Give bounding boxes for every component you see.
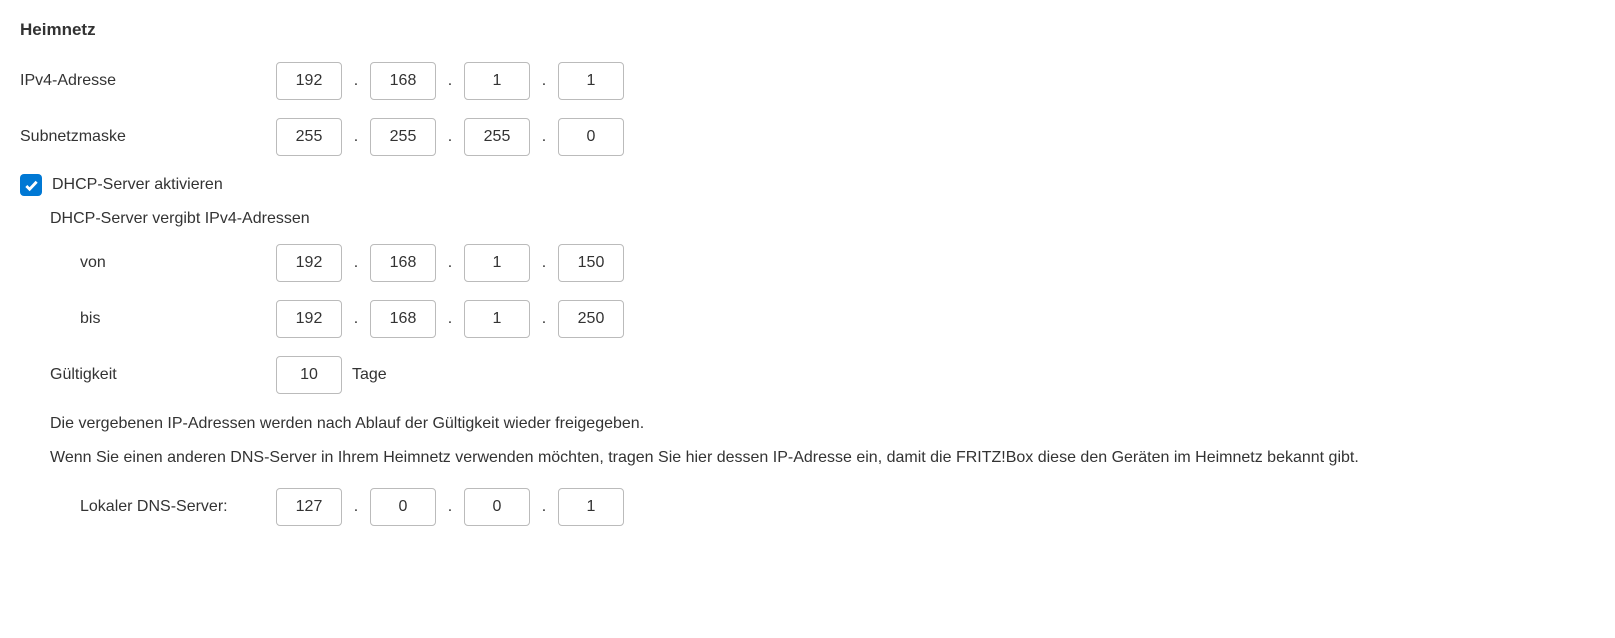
local-dns-octet-2[interactable]: [370, 488, 436, 526]
dhcp-from-octet-4[interactable]: [558, 244, 624, 282]
dot-separator: .: [530, 72, 558, 90]
subnet-octet-3[interactable]: [464, 118, 530, 156]
dot-separator: .: [436, 254, 464, 272]
dhcp-to-octet-1[interactable]: [276, 300, 342, 338]
validity-info-text: Die vergebenen IP-Adressen werden nach A…: [50, 412, 1595, 436]
validity-label: Gültigkeit: [50, 366, 276, 384]
dhcp-to-octet-4[interactable]: [558, 300, 624, 338]
dot-separator: .: [530, 254, 558, 272]
dot-separator: .: [530, 310, 558, 328]
dhcp-to-octet-3[interactable]: [464, 300, 530, 338]
dhcp-checkbox-row: DHCP-Server aktivieren: [20, 174, 1595, 196]
ipv4-label: IPv4-Adresse: [20, 72, 276, 90]
ipv4-octet-4[interactable]: [558, 62, 624, 100]
dhcp-from-octet-2[interactable]: [370, 244, 436, 282]
local-dns-label: Lokaler DNS-Server:: [80, 498, 276, 516]
dhcp-to-input-group: . . .: [276, 300, 624, 338]
dhcp-to-label: bis: [80, 310, 276, 328]
validity-row: Gültigkeit Tage: [50, 356, 1595, 394]
ipv4-octet-3[interactable]: [464, 62, 530, 100]
dot-separator: .: [342, 254, 370, 272]
local-dns-octet-1[interactable]: [276, 488, 342, 526]
dhcp-from-row: von . . .: [80, 244, 1595, 282]
subnet-row: Subnetzmaske . . .: [20, 118, 1595, 156]
subnet-octet-1[interactable]: [276, 118, 342, 156]
local-dns-input-group: . . .: [276, 488, 624, 526]
dot-separator: .: [342, 128, 370, 146]
subnet-octet-2[interactable]: [370, 118, 436, 156]
dns-info-text: Wenn Sie einen anderen DNS-Server in Ihr…: [50, 446, 1595, 470]
local-dns-octet-3[interactable]: [464, 488, 530, 526]
dot-separator: .: [530, 128, 558, 146]
section-heading: Heimnetz: [20, 20, 1595, 40]
dhcp-checkbox-label: DHCP-Server aktivieren: [52, 176, 223, 194]
dhcp-from-octet-3[interactable]: [464, 244, 530, 282]
dhcp-enable-checkbox[interactable]: [20, 174, 42, 196]
subnet-octet-4[interactable]: [558, 118, 624, 156]
local-dns-octet-4[interactable]: [558, 488, 624, 526]
dhcp-from-input-group: . . .: [276, 244, 624, 282]
dhcp-from-label: von: [80, 254, 276, 272]
dot-separator: .: [436, 498, 464, 516]
validity-unit: Tage: [352, 366, 387, 384]
local-dns-row: Lokaler DNS-Server: . . .: [80, 488, 1595, 526]
dhcp-range-label: DHCP-Server vergibt IPv4-Adressen: [50, 210, 1595, 228]
ipv4-octet-2[interactable]: [370, 62, 436, 100]
ipv4-input-group: . . .: [276, 62, 624, 100]
dot-separator: .: [342, 72, 370, 90]
dot-separator: .: [436, 128, 464, 146]
dot-separator: .: [436, 72, 464, 90]
check-icon: [24, 178, 39, 193]
dhcp-to-row: bis . . .: [80, 300, 1595, 338]
dhcp-from-octet-1[interactable]: [276, 244, 342, 282]
subnet-label: Subnetzmaske: [20, 128, 276, 146]
dot-separator: .: [342, 310, 370, 328]
validity-input[interactable]: [276, 356, 342, 394]
dhcp-to-octet-2[interactable]: [370, 300, 436, 338]
dot-separator: .: [436, 310, 464, 328]
ipv4-row: IPv4-Adresse . . .: [20, 62, 1595, 100]
dot-separator: .: [530, 498, 558, 516]
subnet-input-group: . . .: [276, 118, 624, 156]
ipv4-octet-1[interactable]: [276, 62, 342, 100]
dot-separator: .: [342, 498, 370, 516]
